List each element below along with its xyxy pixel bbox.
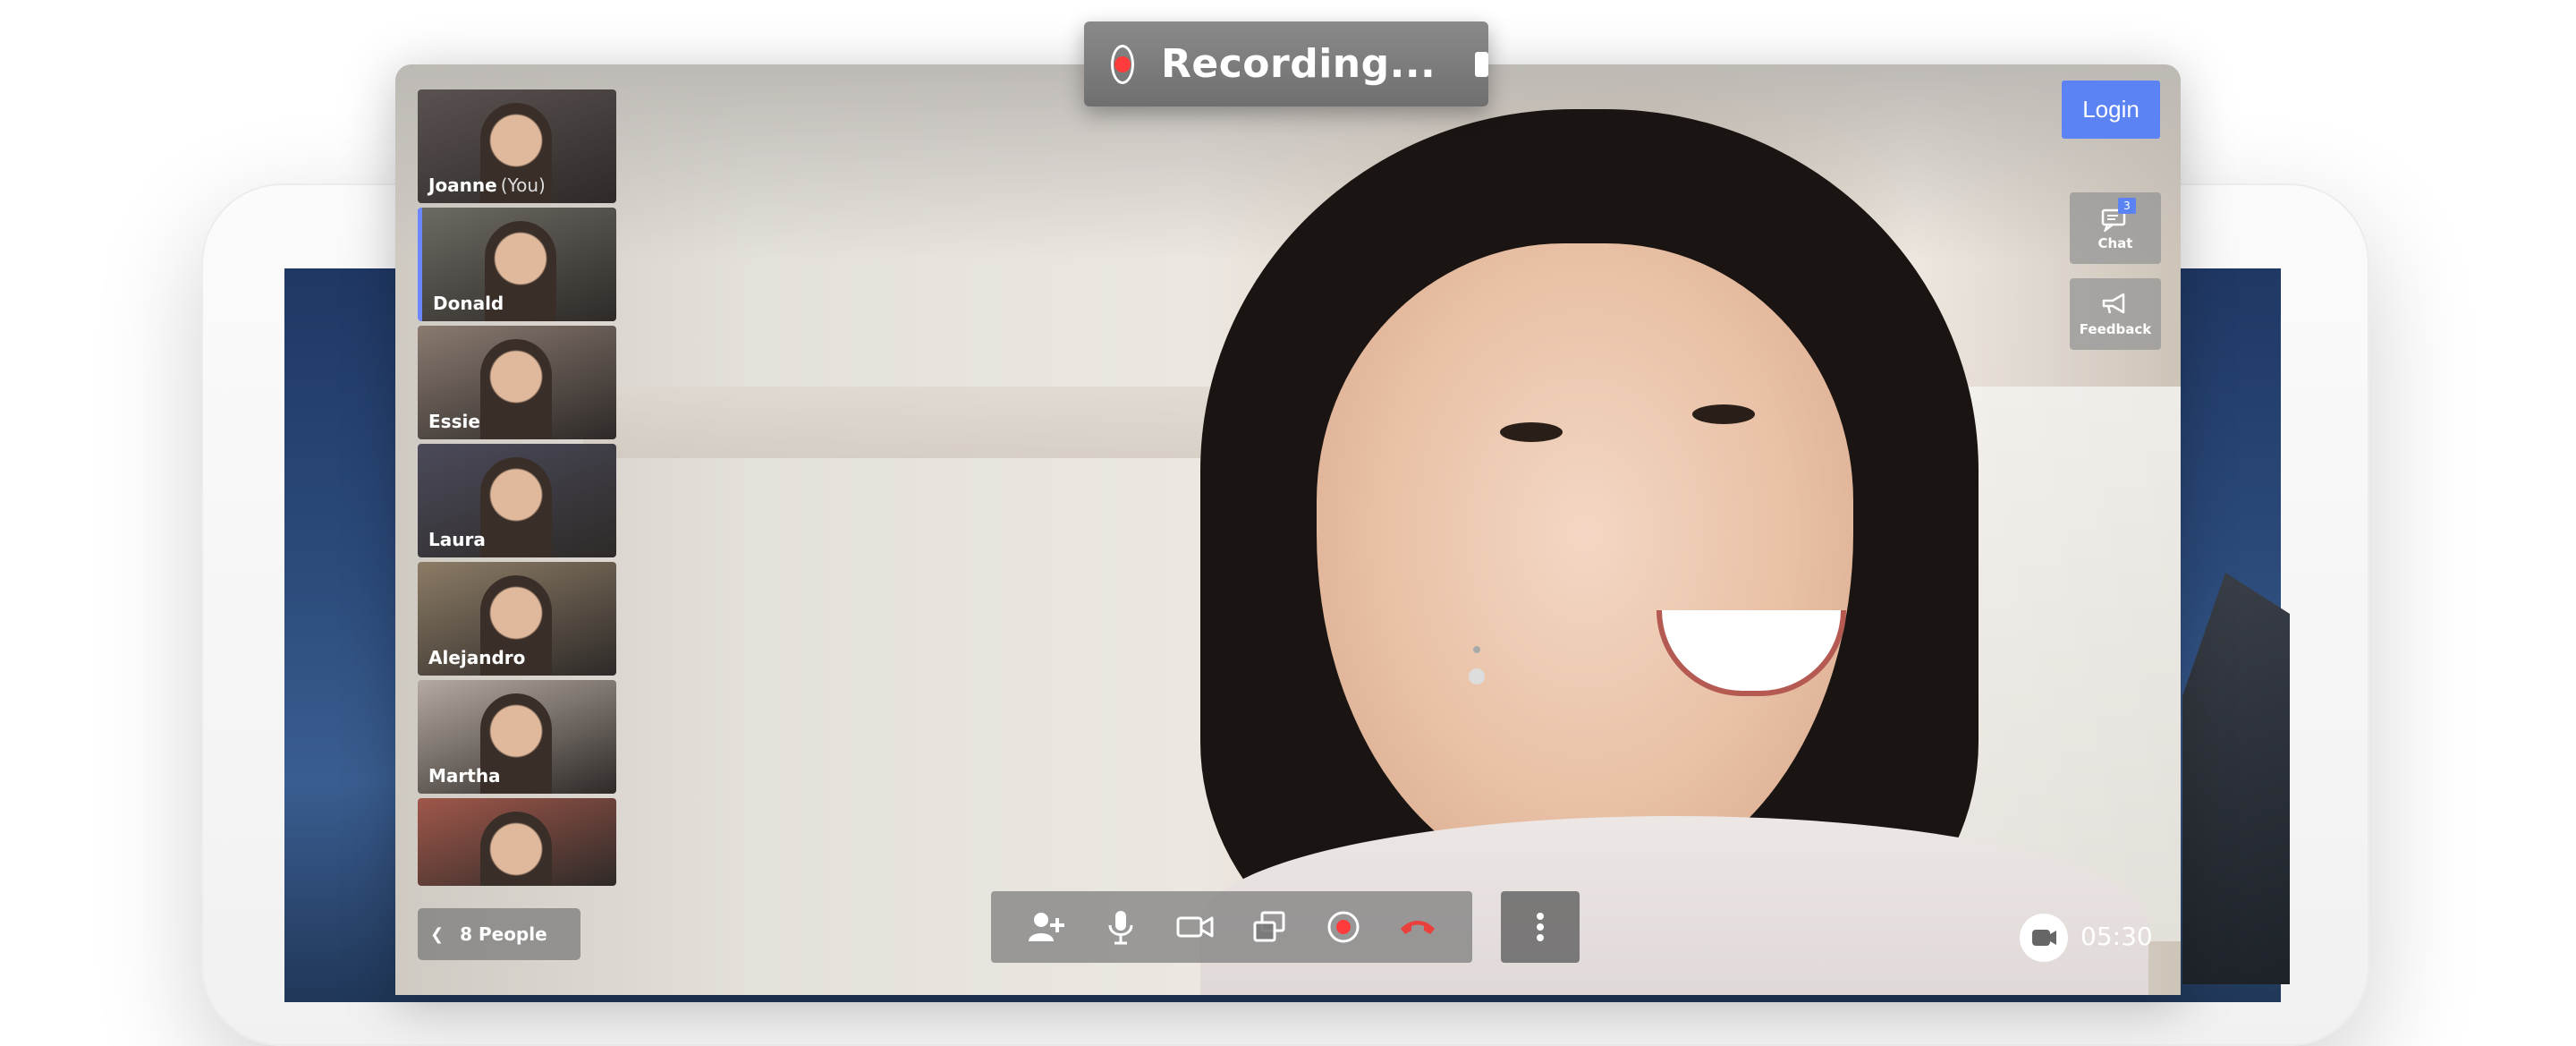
participant-name-text: Laura	[428, 529, 486, 550]
video-timer-icon	[2020, 914, 2068, 962]
camera-button[interactable]	[1173, 905, 1217, 949]
participant-tile[interactable]: Essie	[418, 326, 616, 439]
recording-indicator-icon	[1111, 44, 1134, 84]
call-duration: 05:30	[2080, 922, 2153, 951]
participant-tile[interactable]: Joanne (You)	[418, 89, 616, 203]
participant-video	[480, 812, 552, 886]
participant-name-text: Joanne	[428, 174, 497, 196]
end-call-icon	[1400, 921, 1435, 934]
record-button[interactable]	[1321, 905, 1366, 949]
video-camera-icon	[1176, 916, 1213, 938]
participant-tile[interactable]: Donald	[418, 208, 616, 321]
participant-name-text: Essie	[428, 411, 480, 432]
feedback-button[interactable]: Feedback	[2070, 278, 2161, 350]
add-person-icon	[1028, 913, 1064, 941]
participant-name: Martha	[428, 765, 501, 787]
microphone-icon	[1108, 911, 1132, 945]
participant-name: Alejandro	[428, 647, 525, 668]
more-options-button[interactable]	[1501, 891, 1580, 963]
end-call-button[interactable]	[1395, 905, 1440, 949]
participant-name-text: Donald	[433, 293, 504, 314]
participant-name: Donald	[433, 293, 504, 314]
chat-icon: 3	[2100, 198, 2136, 234]
login-button[interactable]: Login	[2062, 81, 2160, 139]
chat-unread-badge: 3	[2118, 198, 2136, 214]
chevron-left-icon: ❮	[430, 924, 445, 944]
people-count-label: 8 People	[460, 923, 547, 945]
speaker-left-eye	[1500, 422, 1563, 442]
participant-video	[480, 457, 552, 557]
stop-recording-button[interactable]	[1475, 51, 1488, 77]
main-video-window	[395, 64, 2181, 995]
share-screen-button[interactable]	[1247, 905, 1292, 949]
participant-list: Joanne (You) Donald Essie Laura Alejandro Mart…	[418, 89, 618, 890]
participant-name-text: Martha	[428, 765, 501, 787]
participant-tile[interactable]: Laura	[418, 444, 616, 557]
participant-tile[interactable]: Martha	[418, 680, 616, 794]
call-control-bar	[991, 891, 1472, 963]
megaphone-icon	[2100, 291, 2131, 318]
add-person-button[interactable]	[1024, 905, 1069, 949]
microphone-button[interactable]	[1098, 905, 1143, 949]
participant-name: Essie	[428, 411, 480, 432]
participant-name-text: Alejandro	[428, 647, 526, 668]
chat-label: Chat	[2097, 235, 2133, 251]
feedback-label: Feedback	[2079, 321, 2152, 337]
speaker-earring	[1469, 668, 1485, 685]
recording-banner: Recording...	[1084, 21, 1488, 106]
more-vertical-icon	[1537, 913, 1544, 941]
recording-status: Recording...	[1160, 41, 1436, 87]
people-toggle-button[interactable]: ❮ 8 People	[418, 908, 580, 960]
participant-tile[interactable]: Alejandro	[418, 562, 616, 676]
participant-name: Joanne (You)	[428, 174, 546, 196]
participant-video	[480, 339, 552, 439]
participant-name: Laura	[428, 529, 486, 550]
share-screen-icon	[1253, 911, 1284, 942]
speaker-right-eye	[1692, 404, 1755, 424]
participant-self-tag: (You)	[500, 174, 546, 196]
participant-tile[interactable]	[418, 798, 616, 886]
record-icon	[1327, 911, 1359, 943]
chat-button[interactable]: 3 Chat	[2070, 192, 2161, 264]
